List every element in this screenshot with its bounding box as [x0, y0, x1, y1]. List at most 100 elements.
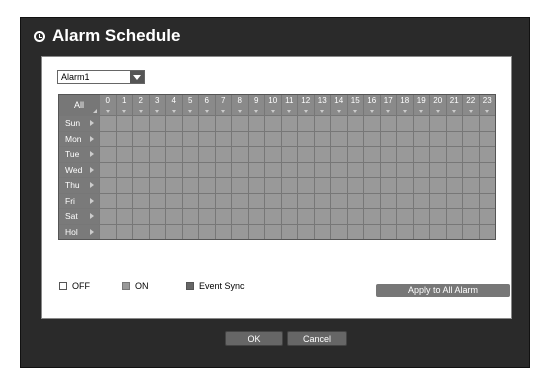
- hour-header-16[interactable]: 16: [364, 95, 380, 115]
- hour-header-4[interactable]: 4: [166, 95, 182, 115]
- schedule-cell[interactable]: [380, 162, 396, 177]
- schedule-cell[interactable]: [380, 131, 396, 146]
- hour-header-2[interactable]: 2: [133, 95, 149, 115]
- schedule-cell[interactable]: [413, 162, 429, 177]
- schedule-cell[interactable]: [397, 193, 413, 208]
- schedule-cell[interactable]: [430, 162, 446, 177]
- apply-to-all-alarm-button[interactable]: Apply to All Alarm: [376, 284, 510, 297]
- schedule-cell[interactable]: [413, 193, 429, 208]
- schedule-cell[interactable]: [265, 209, 281, 224]
- day-header-fri[interactable]: Fri: [59, 193, 99, 208]
- schedule-cell[interactable]: [446, 131, 462, 146]
- schedule-cell[interactable]: [133, 131, 149, 146]
- schedule-cell[interactable]: [347, 224, 363, 239]
- schedule-cell[interactable]: [397, 224, 413, 239]
- schedule-cell[interactable]: [133, 116, 149, 131]
- schedule-cell[interactable]: [413, 147, 429, 162]
- schedule-cell[interactable]: [364, 131, 380, 146]
- schedule-cell[interactable]: [182, 116, 198, 131]
- schedule-cell[interactable]: [166, 131, 182, 146]
- schedule-cell[interactable]: [397, 178, 413, 193]
- schedule-cell[interactable]: [149, 209, 165, 224]
- schedule-cell[interactable]: [265, 147, 281, 162]
- schedule-cell[interactable]: [248, 131, 264, 146]
- schedule-cell[interactable]: [100, 162, 116, 177]
- schedule-cell[interactable]: [232, 209, 248, 224]
- schedule-cell[interactable]: [166, 162, 182, 177]
- schedule-cell[interactable]: [133, 193, 149, 208]
- schedule-cell[interactable]: [116, 178, 132, 193]
- schedule-cell[interactable]: [479, 162, 495, 177]
- schedule-cell[interactable]: [430, 209, 446, 224]
- schedule-cell[interactable]: [149, 178, 165, 193]
- schedule-cell[interactable]: [133, 224, 149, 239]
- hour-header-14[interactable]: 14: [331, 95, 347, 115]
- schedule-cell[interactable]: [281, 178, 297, 193]
- schedule-cell[interactable]: [215, 162, 231, 177]
- schedule-cell[interactable]: [166, 147, 182, 162]
- hour-header-9[interactable]: 9: [248, 95, 264, 115]
- schedule-cell[interactable]: [446, 116, 462, 131]
- schedule-cell[interactable]: [232, 116, 248, 131]
- hour-header-3[interactable]: 3: [149, 95, 165, 115]
- hour-header-23[interactable]: 23: [479, 95, 495, 115]
- schedule-cell[interactable]: [215, 224, 231, 239]
- schedule-cell[interactable]: [265, 224, 281, 239]
- schedule-cell[interactable]: [397, 209, 413, 224]
- schedule-cell[interactable]: [149, 147, 165, 162]
- schedule-cell[interactable]: [149, 224, 165, 239]
- schedule-cell[interactable]: [281, 162, 297, 177]
- schedule-cell[interactable]: [380, 209, 396, 224]
- schedule-cell[interactable]: [446, 193, 462, 208]
- schedule-cell[interactable]: [116, 224, 132, 239]
- schedule-cell[interactable]: [314, 178, 330, 193]
- day-header-sat[interactable]: Sat: [59, 209, 99, 224]
- schedule-cell[interactable]: [116, 193, 132, 208]
- hour-header-18[interactable]: 18: [397, 95, 413, 115]
- schedule-cell[interactable]: [314, 224, 330, 239]
- schedule-cell[interactable]: [199, 209, 215, 224]
- schedule-cell[interactable]: [232, 193, 248, 208]
- hour-header-6[interactable]: 6: [199, 95, 215, 115]
- schedule-cell[interactable]: [430, 193, 446, 208]
- schedule-cell[interactable]: [166, 178, 182, 193]
- schedule-cell[interactable]: [364, 116, 380, 131]
- schedule-cell[interactable]: [364, 193, 380, 208]
- schedule-cell[interactable]: [364, 224, 380, 239]
- schedule-cell[interactable]: [446, 178, 462, 193]
- schedule-cell[interactable]: [116, 162, 132, 177]
- day-header-mon[interactable]: Mon: [59, 131, 99, 146]
- ok-button[interactable]: OK: [225, 331, 283, 346]
- schedule-cell[interactable]: [463, 131, 479, 146]
- schedule-cell[interactable]: [314, 193, 330, 208]
- schedule-cell[interactable]: [397, 147, 413, 162]
- schedule-cell[interactable]: [413, 224, 429, 239]
- schedule-cell[interactable]: [314, 131, 330, 146]
- schedule-cell[interactable]: [298, 224, 314, 239]
- schedule-cell[interactable]: [232, 162, 248, 177]
- schedule-cell[interactable]: [182, 131, 198, 146]
- schedule-cell[interactable]: [149, 131, 165, 146]
- schedule-cell[interactable]: [463, 147, 479, 162]
- schedule-cell[interactable]: [430, 131, 446, 146]
- day-header-wed[interactable]: Wed: [59, 162, 99, 177]
- day-header-thu[interactable]: Thu: [59, 178, 99, 193]
- schedule-cell[interactable]: [133, 147, 149, 162]
- hour-header-19[interactable]: 19: [413, 95, 429, 115]
- schedule-cell[interactable]: [182, 162, 198, 177]
- schedule-cell[interactable]: [116, 147, 132, 162]
- schedule-cell[interactable]: [199, 147, 215, 162]
- schedule-cell[interactable]: [298, 147, 314, 162]
- schedule-cell[interactable]: [215, 131, 231, 146]
- schedule-cell[interactable]: [413, 178, 429, 193]
- day-header-tue[interactable]: Tue: [59, 147, 99, 162]
- schedule-cell[interactable]: [215, 116, 231, 131]
- schedule-cell[interactable]: [380, 116, 396, 131]
- schedule-cell[interactable]: [446, 162, 462, 177]
- hour-header-13[interactable]: 13: [314, 95, 330, 115]
- schedule-cell[interactable]: [199, 116, 215, 131]
- schedule-cell[interactable]: [166, 116, 182, 131]
- schedule-cell[interactable]: [199, 224, 215, 239]
- hour-header-21[interactable]: 21: [446, 95, 462, 115]
- day-header-sun[interactable]: Sun: [59, 116, 99, 131]
